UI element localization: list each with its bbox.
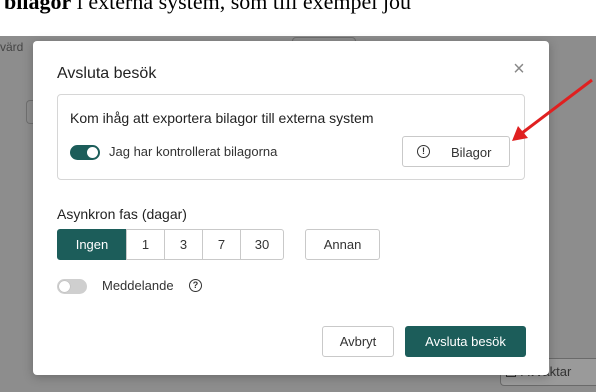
arrow-shaft: [521, 78, 593, 135]
arrow-head: [512, 126, 528, 141]
annotation-arrow-icon: [512, 78, 593, 141]
